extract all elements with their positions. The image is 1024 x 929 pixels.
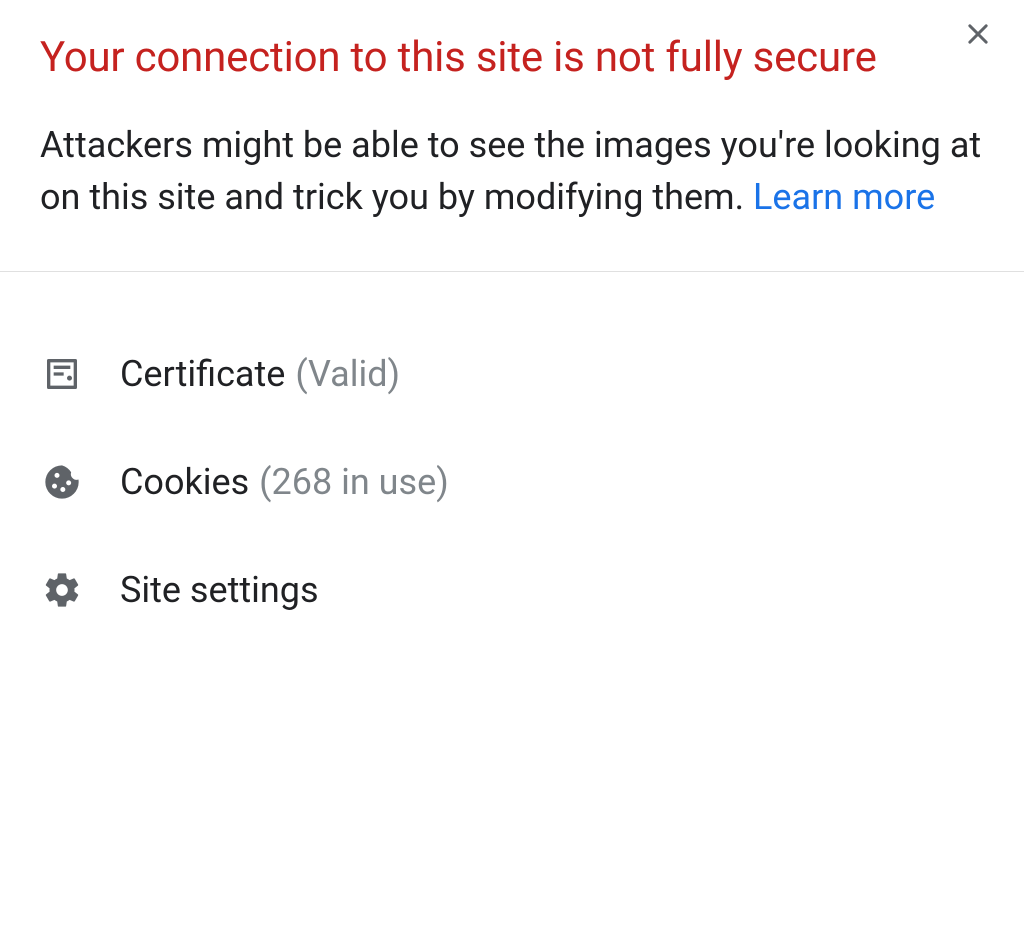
certificate-item[interactable]: Certificate (Valid) [40, 320, 984, 428]
certificate-icon [40, 352, 84, 396]
cookies-status: (268 in use) [259, 461, 449, 503]
certificate-status: (Valid) [295, 353, 400, 395]
learn-more-link[interactable]: Learn more [753, 176, 935, 218]
cookie-icon [40, 460, 84, 504]
close-button[interactable] [960, 18, 996, 54]
certificate-label: Certificate [120, 353, 285, 395]
menu-list: Certificate (Valid) Cookies (268 in use)… [40, 272, 984, 644]
gear-icon [40, 568, 84, 612]
cookies-item[interactable]: Cookies (268 in use) [40, 428, 984, 536]
security-warning-title: Your connection to this site is not full… [40, 30, 984, 87]
site-settings-item[interactable]: Site settings [40, 536, 984, 644]
security-warning-description: Attackers might be able to see the image… [40, 119, 984, 223]
cookies-label: Cookies [120, 461, 249, 503]
site-settings-label: Site settings [120, 569, 319, 611]
close-icon [964, 20, 992, 52]
site-info-popup: Your connection to this site is not full… [0, 0, 1024, 684]
